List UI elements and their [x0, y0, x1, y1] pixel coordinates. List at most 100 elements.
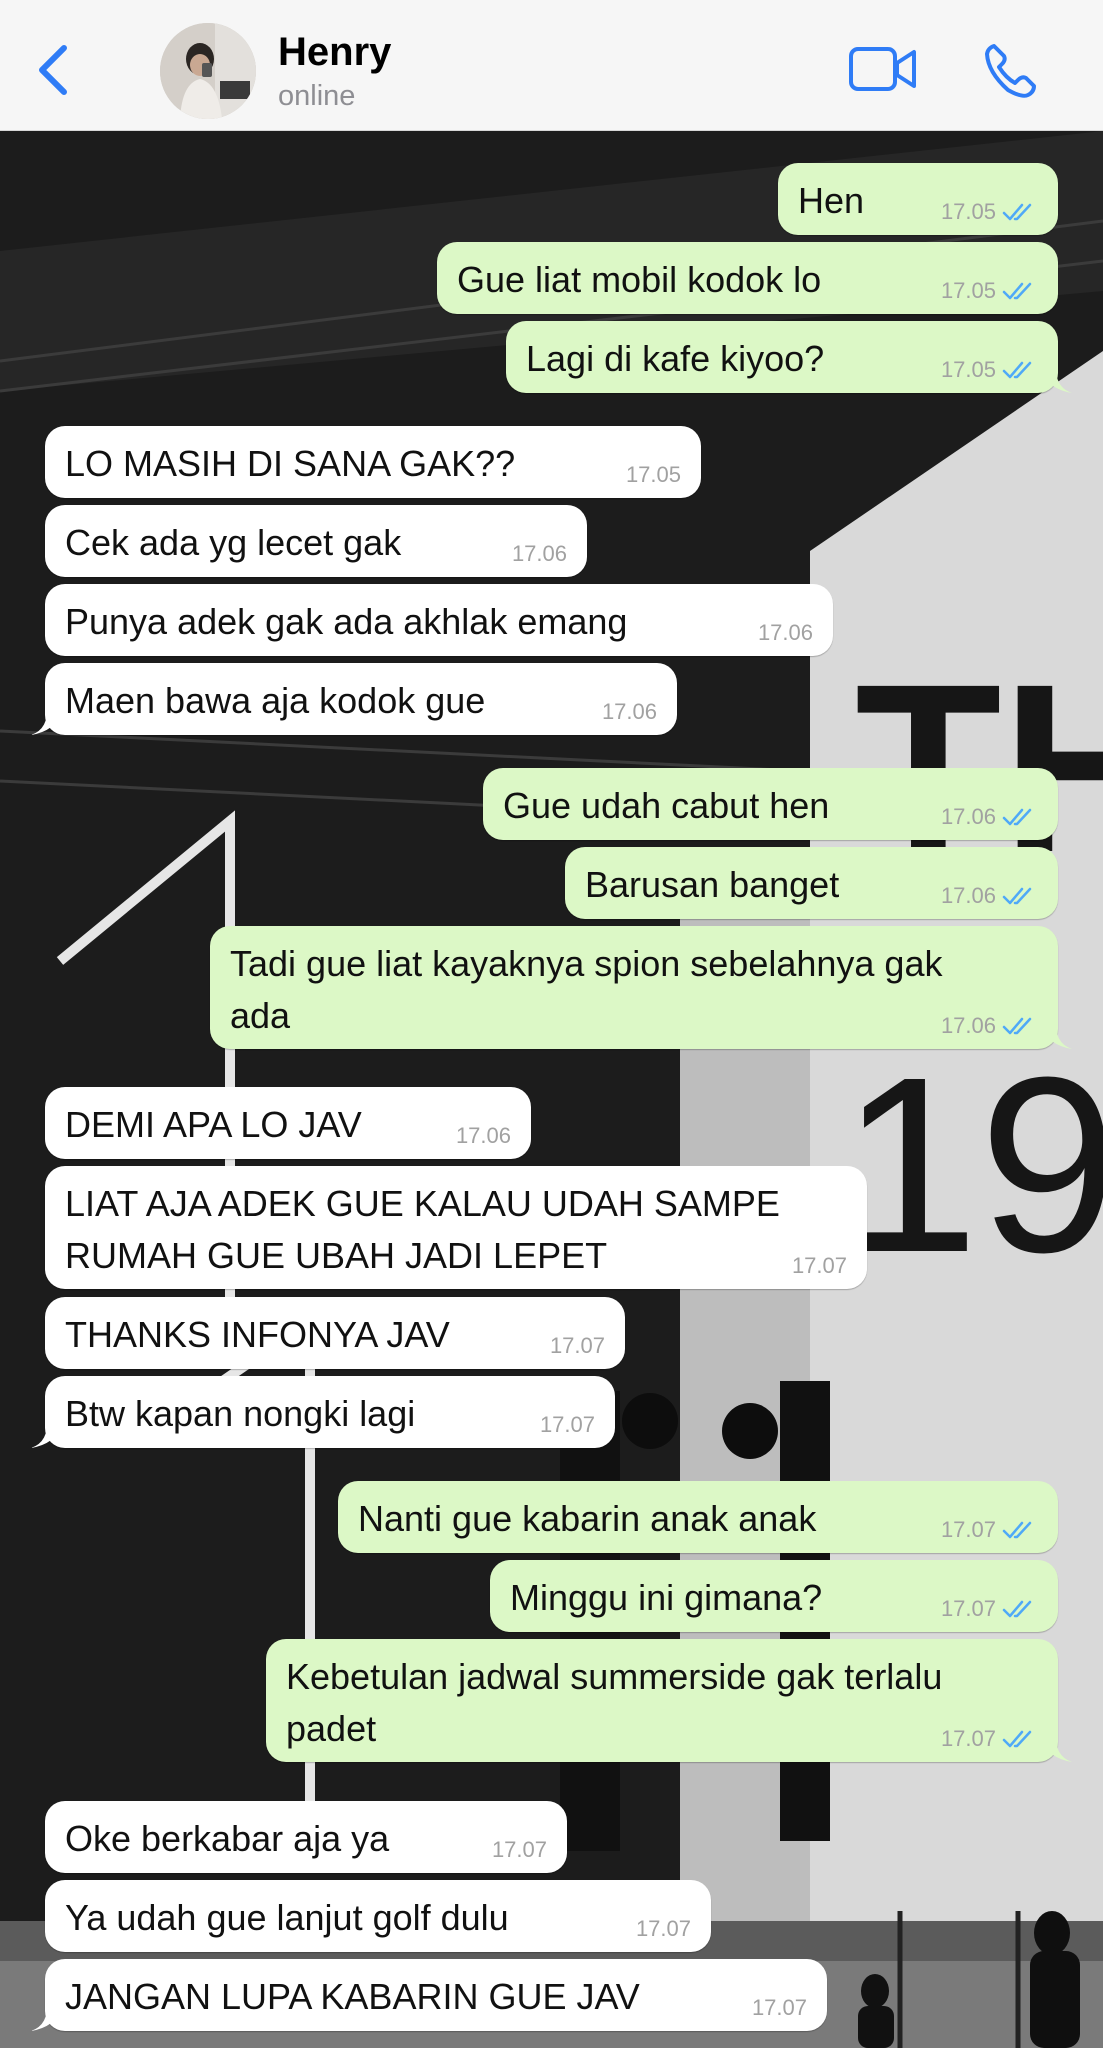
contact-name[interactable]: Henry	[278, 30, 391, 75]
read-ticks-icon	[1002, 1600, 1032, 1618]
read-ticks-icon	[1002, 282, 1032, 300]
incoming-message[interactable]: Maen bawa aja kodok gue 17.06	[31, 663, 677, 735]
bubble-tail	[31, 705, 61, 735]
message-time: 17.05	[940, 357, 996, 382]
bubble-tail	[1042, 1019, 1072, 1049]
outgoing-message[interactable]: Gue udah cabut hen 17.06	[483, 768, 1058, 840]
outgoing-message[interactable]: Minggu ini gimana? 17.07	[490, 1560, 1058, 1632]
phone-icon	[985, 44, 1036, 98]
outgoing-message[interactable]: Barusan banget 17.06	[565, 847, 1058, 919]
back-button[interactable]	[30, 40, 80, 100]
message-time: 17.07	[539, 1412, 595, 1437]
message-meta: 17.05	[941, 357, 1038, 383]
message-time: 17.07	[791, 1253, 847, 1278]
message-meta: 17.05	[626, 462, 681, 488]
message-time: 17.06	[940, 883, 996, 908]
message-text: Ya udah gue lanjut golf dulu	[65, 1897, 509, 1938]
video-call-button[interactable]	[848, 44, 918, 94]
message-text: LO MASIH DI SANA GAK??	[65, 443, 516, 484]
message-text: JANGAN LUPA KABARIN GUE JAV	[65, 1976, 640, 2017]
incoming-message[interactable]: Punya adek gak ada akhlak emang 17.06	[45, 584, 833, 656]
outgoing-message[interactable]: Lagi di kafe kiyoo? 17.05	[506, 321, 1072, 393]
incoming-message[interactable]: LO MASIH DI SANA GAK?? 17.05	[45, 426, 701, 498]
profile-photo	[160, 23, 256, 119]
message-time: 17.06	[455, 1123, 511, 1148]
message-meta: 17.06	[456, 1123, 511, 1149]
contact-status: online	[278, 80, 356, 112]
message-text: Maen bawa aja kodok gue	[65, 680, 486, 721]
message-time: 17.07	[751, 1995, 807, 2020]
message-meta: 17.07	[941, 1726, 1038, 1752]
message-text: Punya adek gak ada akhlak emang	[65, 601, 628, 642]
read-ticks-icon	[1002, 1017, 1032, 1035]
video-camera-icon	[849, 47, 916, 91]
outgoing-message[interactable]: Nanti gue kabarin anak anak 17.07	[338, 1481, 1058, 1553]
message-time: 17.07	[940, 1726, 996, 1751]
voice-call-button[interactable]	[982, 42, 1040, 100]
read-ticks-icon	[1002, 887, 1032, 905]
read-ticks-icon	[1002, 361, 1032, 379]
read-ticks-icon	[1002, 1730, 1032, 1748]
message-text: Btw kapan nongki lagi	[65, 1393, 416, 1434]
message-meta: 17.05	[941, 199, 1038, 225]
message-time: 17.07	[635, 1916, 691, 1941]
message-meta: 17.07	[792, 1253, 847, 1279]
incoming-message[interactable]: Oke berkabar aja ya 17.07	[45, 1801, 567, 1873]
message-text: THANKS INFONYA JAV	[65, 1314, 450, 1355]
chat-area[interactable]: TH 197 Hen17.05Gue liat mobil kodok lo17…	[0, 131, 1103, 2048]
message-time: 17.07	[491, 1837, 547, 1862]
wallpaper-text-197: 197	[840, 1025, 1103, 1304]
chat-header: Henry online	[0, 0, 1103, 131]
bubble-tail	[31, 1418, 61, 1448]
message-time: 17.07	[549, 1333, 605, 1358]
incoming-message[interactable]: Cek ada yg lecet gak 17.06	[45, 505, 587, 577]
outgoing-message[interactable]: Hen 17.05	[778, 163, 1058, 235]
bubble-tail	[1042, 1732, 1072, 1762]
message-time: 17.05	[940, 199, 996, 224]
message-meta: 17.07	[752, 1995, 807, 2021]
message-meta: 17.07	[540, 1412, 595, 1438]
message-time: 17.07	[940, 1517, 996, 1542]
message-time: 17.06	[511, 541, 567, 566]
message-text: LIAT AJA ADEK GUE KALAU UDAH SAMPE RUMAH…	[65, 1183, 780, 1276]
message-time: 17.06	[940, 804, 996, 829]
incoming-message[interactable]: DEMI APA LO JAV 17.06	[45, 1087, 531, 1159]
message-meta: 17.06	[941, 804, 1038, 830]
message-time: 17.07	[940, 1596, 996, 1621]
outgoing-message[interactable]: Tadi gue liat kayaknya spion sebelahnya …	[210, 926, 1072, 1049]
incoming-message[interactable]: JANGAN LUPA KABARIN GUE JAV 17.07	[31, 1959, 827, 2031]
message-meta: 17.06	[941, 1013, 1038, 1039]
avatar[interactable]	[160, 23, 256, 119]
read-ticks-icon	[1002, 1521, 1032, 1539]
message-meta: 17.06	[602, 699, 657, 725]
message-meta: 17.06	[941, 883, 1038, 909]
message-text: Tadi gue liat kayaknya spion sebelahnya …	[230, 943, 943, 1036]
read-ticks-icon	[1002, 808, 1032, 826]
message-text: DEMI APA LO JAV	[65, 1104, 362, 1145]
message-meta: 17.05	[941, 278, 1038, 304]
chevron-left-icon	[39, 45, 67, 95]
incoming-message[interactable]: THANKS INFONYA JAV 17.07	[45, 1297, 625, 1369]
message-meta: 17.07	[492, 1837, 547, 1863]
message-meta: 17.06	[758, 620, 813, 646]
message-time: 17.05	[940, 278, 996, 303]
message-text: Kebetulan jadwal summerside gak terlalu …	[286, 1656, 943, 1749]
message-meta: 17.06	[512, 541, 567, 567]
read-ticks-icon	[1002, 203, 1032, 221]
outgoing-message[interactable]: Gue liat mobil kodok lo 17.05	[437, 242, 1058, 314]
message-time: 17.06	[940, 1013, 996, 1038]
bubble-tail	[31, 2001, 61, 2031]
bubble-tail	[1042, 363, 1072, 393]
message-time: 17.05	[625, 462, 681, 487]
outgoing-message[interactable]: Kebetulan jadwal summerside gak terlalu …	[266, 1639, 1072, 1762]
incoming-message[interactable]: LIAT AJA ADEK GUE KALAU UDAH SAMPE RUMAH…	[45, 1166, 867, 1289]
message-time: 17.06	[757, 620, 813, 645]
message-time: 17.06	[601, 699, 657, 724]
message-text: Nanti gue kabarin anak anak	[358, 1498, 817, 1539]
message-meta: 17.07	[550, 1333, 605, 1359]
message-text: Oke berkabar aja ya	[65, 1818, 390, 1859]
message-meta: 17.07	[636, 1916, 691, 1942]
message-meta: 17.07	[941, 1517, 1038, 1543]
incoming-message[interactable]: Btw kapan nongki lagi 17.07	[31, 1376, 615, 1448]
incoming-message[interactable]: Ya udah gue lanjut golf dulu 17.07	[45, 1880, 711, 1952]
